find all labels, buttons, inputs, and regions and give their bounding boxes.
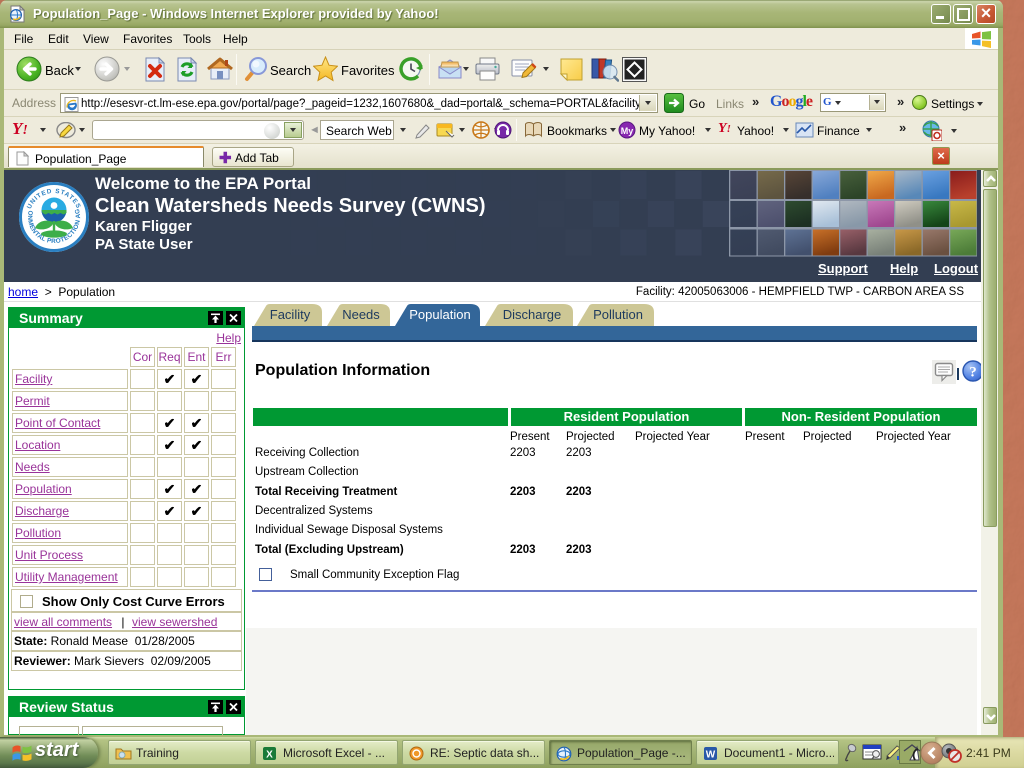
svg-text:My: My <box>621 126 634 136</box>
svg-text:Population: Population <box>409 307 470 322</box>
svg-text:Needs: Needs <box>342 307 380 322</box>
svg-text:Facility: Facility <box>270 307 311 322</box>
svg-text:?: ? <box>969 365 977 381</box>
svg-text:Pollution: Pollution <box>593 307 643 322</box>
svg-text:X: X <box>266 750 273 761</box>
svg-text:Discharge: Discharge <box>503 307 562 322</box>
svg-text:W: W <box>706 750 716 761</box>
